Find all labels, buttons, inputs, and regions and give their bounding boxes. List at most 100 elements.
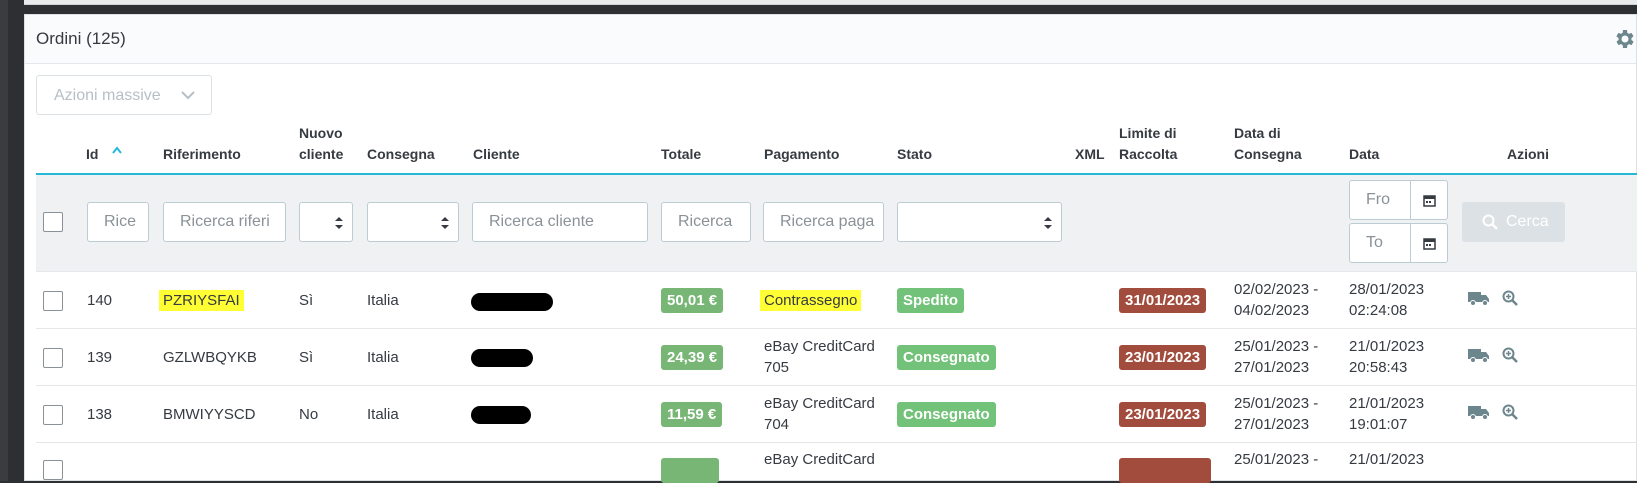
col-consegna[interactable]: Consegna	[367, 144, 435, 165]
filter-consegna-select[interactable]	[367, 202, 459, 242]
left-edge	[0, 0, 8, 481]
calendar-icon	[1423, 238, 1436, 250]
zoom-icon[interactable]	[1502, 404, 1518, 420]
filter-totale-placeholder: Ricerca	[678, 213, 733, 230]
col-limite-l1[interactable]: Limite di	[1119, 123, 1177, 144]
delivery-date-range-end: 04/02/2023	[1234, 302, 1310, 319]
truck-icon[interactable]	[1468, 405, 1490, 420]
filter-pagamento-placeholder: Ricerca paga	[780, 213, 875, 230]
orders-panel: Ordini (125) Azioni massive Id Riferimen…	[24, 14, 1637, 483]
redacted-customer	[471, 349, 533, 367]
filter-id-placeholder: Rice	[104, 213, 137, 230]
col-id[interactable]: Id	[86, 144, 98, 165]
filter-date-from-placeholder: Fro	[1366, 191, 1390, 208]
row-checkbox[interactable]	[43, 291, 63, 311]
filter-stato-select[interactable]	[897, 202, 1062, 242]
redacted-customer	[471, 406, 531, 424]
pickup-limit-badge: 23/01/2023	[1119, 345, 1207, 370]
col-stato[interactable]: Stato	[897, 144, 932, 165]
col-cliente[interactable]: Cliente	[473, 144, 520, 165]
order-reference[interactable]: GZLWBQYKB	[163, 347, 257, 368]
row-checkbox[interactable]	[43, 460, 63, 480]
filter-nuovo-cliente-select[interactable]	[299, 202, 353, 242]
date-from-calendar-button[interactable]	[1410, 180, 1448, 220]
filter-riferimento-placeholder: Ricerca riferi	[180, 213, 270, 230]
col-nuovo-cliente-l2[interactable]: cliente	[299, 144, 343, 165]
col-totale[interactable]: Totale	[661, 144, 701, 165]
new-customer: Sì	[299, 349, 314, 366]
delivery-country: Italia	[367, 406, 399, 423]
row-divider	[36, 442, 1637, 443]
chevron-down-icon	[181, 91, 195, 100]
delivery-country: Italia	[367, 349, 399, 366]
delivery-date-range-start: 02/02/2023 -	[1234, 281, 1319, 298]
panel-header: Ordini (125)	[25, 15, 1636, 64]
truck-icon[interactable]	[1468, 348, 1490, 363]
order-time: 02:24:08	[1349, 302, 1408, 319]
new-customer: No	[299, 406, 319, 423]
col-data[interactable]: Data	[1349, 144, 1379, 165]
select-arrows-icon	[335, 217, 343, 229]
filter-totale-input[interactable]: Ricerca	[661, 202, 751, 242]
gear-icon[interactable]	[1612, 27, 1636, 51]
zoom-icon[interactable]	[1502, 290, 1518, 306]
filter-date-to-placeholder: To	[1366, 234, 1383, 251]
order-id[interactable]: 139	[87, 347, 112, 368]
search-icon	[1482, 214, 1498, 230]
filter-date-from-input[interactable]: Fro	[1349, 180, 1411, 220]
order-time: 19:01:07	[1349, 416, 1408, 433]
order-date: 21/01/2023	[1349, 338, 1425, 355]
order-id[interactable]: 138	[87, 404, 112, 425]
total-badge: 11,59 €	[661, 402, 723, 427]
sort-up-icon[interactable]	[112, 146, 122, 154]
row-checkbox[interactable]	[43, 348, 63, 368]
top-panel-edge	[24, 0, 1637, 5]
row-divider	[36, 385, 1637, 386]
total-badge: 24,39 €	[661, 345, 724, 370]
col-riferimento[interactable]: Riferimento	[163, 144, 241, 165]
order-reference[interactable]: PZRIYSFAI	[159, 290, 244, 311]
delivery-date-range-end: 27/01/2023	[1234, 359, 1310, 376]
date-to-calendar-button[interactable]	[1410, 223, 1448, 263]
bulk-actions-label: Azioni massive	[54, 87, 161, 104]
redacted-customer	[471, 293, 553, 311]
payment-method: eBay CreditCard	[764, 451, 875, 468]
truck-icon[interactable]	[1468, 291, 1490, 306]
status-badge: Consegnato	[897, 345, 996, 370]
order-id[interactable]: 140	[87, 290, 112, 311]
col-data-consegna-l2[interactable]: Consegna	[1234, 144, 1302, 165]
row-divider	[36, 328, 1637, 329]
row-checkbox[interactable]	[43, 405, 63, 425]
col-pagamento[interactable]: Pagamento	[764, 144, 839, 165]
calendar-icon	[1423, 195, 1436, 207]
select-all-checkbox[interactable]	[43, 212, 63, 232]
bulk-actions-dropdown[interactable]: Azioni massive	[36, 75, 212, 115]
payment-method-suffix: 705	[764, 359, 790, 376]
order-date: 21/01/2023	[1349, 451, 1425, 468]
pickup-limit-badge	[1119, 458, 1211, 483]
filter-riferimento-input[interactable]: Ricerca riferi	[163, 202, 286, 242]
select-arrows-icon	[441, 217, 449, 229]
total-badge: 50,01 €	[661, 288, 724, 313]
col-nuovo-cliente-l1[interactable]: Nuovo	[299, 123, 343, 144]
total-badge	[661, 458, 719, 483]
filter-pagamento-input[interactable]: Ricerca paga	[763, 202, 884, 242]
select-arrows-icon	[1044, 217, 1052, 229]
col-data-consegna-l1[interactable]: Data di	[1234, 123, 1281, 144]
col-limite-l2[interactable]: Raccolta	[1119, 144, 1177, 165]
order-time: 20:58:43	[1349, 359, 1408, 376]
col-xml: XML	[1075, 146, 1105, 162]
payment-method: eBay CreditCard	[764, 338, 875, 355]
filter-cliente-input[interactable]: Ricerca cliente	[472, 202, 648, 242]
filter-cliente-placeholder: Ricerca cliente	[489, 213, 594, 230]
delivery-country: Italia	[367, 292, 399, 309]
status-badge: Spedito	[897, 288, 964, 313]
pickup-limit-badge: 23/01/2023	[1119, 402, 1207, 427]
zoom-icon[interactable]	[1502, 347, 1518, 363]
delivery-date-range-start: 25/01/2023 -	[1234, 451, 1319, 468]
delivery-date-range-end: 27/01/2023	[1234, 416, 1310, 433]
search-button[interactable]: Cerca	[1462, 202, 1565, 242]
filter-id-input[interactable]: Rice	[87, 202, 149, 242]
filter-date-to-input[interactable]: To	[1349, 223, 1411, 263]
order-reference[interactable]: BMWIYYSCD	[163, 404, 256, 425]
